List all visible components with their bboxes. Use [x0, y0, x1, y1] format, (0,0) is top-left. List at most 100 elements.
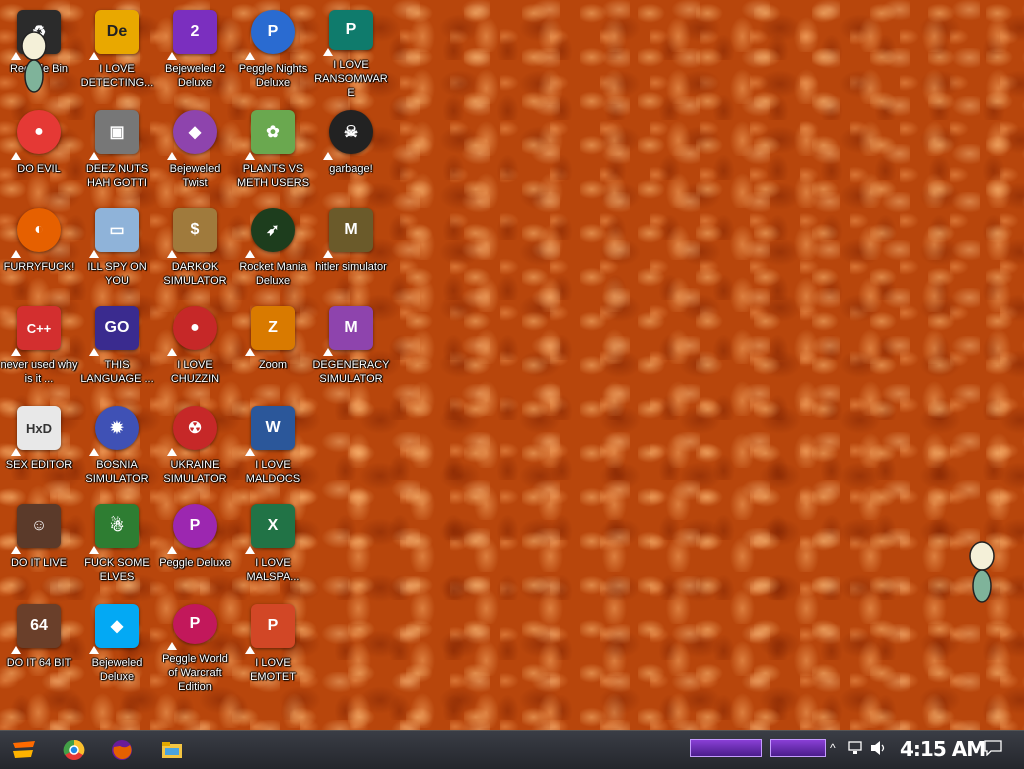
taskbar-decoration	[770, 739, 826, 757]
desktop-icon-detecting[interactable]: De I LOVE DETECTING...	[78, 4, 156, 100]
pearl-character-icon	[21, 31, 47, 93]
taskbar-file-explorer-button[interactable]	[154, 735, 190, 765]
icon-label: Peggle Nights Deluxe	[238, 63, 308, 89]
peggle-icon: P	[167, 504, 217, 554]
start-button[interactable]	[6, 735, 42, 765]
icon-label: never used why is it ...	[0, 359, 78, 385]
desktop-background[interactable]: ♻ Recycle Bin ● DO EVIL ◐ FURRYFUCK! C++…	[0, 0, 1024, 730]
desktop-icon-zoom[interactable]: Z Zoom	[234, 300, 312, 396]
portrait-64-icon: 64	[11, 604, 61, 654]
icon-label: FURRYFUCK!	[3, 261, 75, 273]
icon-label: PLANTS VS METH USERS	[236, 163, 310, 189]
desktop-icon-do-evil[interactable]: ● DO EVIL	[0, 104, 78, 200]
portrait-icon: ☺	[11, 504, 61, 554]
pearl-character-icon	[969, 541, 995, 603]
desktop-icon-do-it-live[interactable]: ☺ DO IT LIVE	[0, 498, 78, 594]
action-center-icon[interactable]	[984, 740, 1002, 756]
desktop-icon-ill-spy-on-you[interactable]: ▭ ILL SPY ON YOU	[78, 202, 156, 298]
detect-it-easy-icon: De	[89, 10, 139, 60]
taskbar-chrome-button[interactable]	[56, 735, 92, 765]
icon-label: Bejeweled 2 Deluxe	[165, 63, 225, 89]
desktop-icon-bosnia-simulator[interactable]: ✹ BOSNIA SIMULATOR	[78, 400, 156, 496]
peggle-nights-icon: P	[245, 10, 295, 60]
chrome-icon	[63, 739, 85, 760]
icon-label: SEX EDITOR	[5, 459, 73, 471]
rocket-icon: ➶	[245, 208, 295, 258]
clock[interactable]: 4:15 AM	[900, 737, 986, 761]
icon-label: Bejeweled Twist	[169, 163, 221, 189]
desktop-icon-bejeweled-deluxe[interactable]: ◆ Bejeweled Deluxe	[78, 598, 156, 694]
publisher-icon: P	[323, 10, 373, 56]
radiation-icon: ☢	[167, 406, 217, 456]
icon-label: DO IT LIVE	[10, 557, 68, 569]
desktop-icon-malspa[interactable]: X I LOVE MALSPA...	[234, 498, 312, 594]
remote-desktop-icon: ▭	[89, 208, 139, 258]
taskbar-decoration	[690, 739, 762, 757]
icon-label: Peggle World of Warcraft Edition	[162, 653, 228, 693]
icon-label: I LOVE MALDOCS	[245, 459, 301, 485]
icon-label: DO IT 64 BIT	[6, 657, 72, 669]
desktop-icon-peggle-wow[interactable]: P Peggle World of Warcraft Edition	[156, 598, 234, 694]
desktop-icon-elves[interactable]: ☃ FUCK SOME ELVES	[78, 498, 156, 594]
excel-icon: X	[245, 504, 295, 554]
bejeweled-2-icon: 2	[167, 10, 217, 60]
chrome-icon: ●	[11, 110, 61, 160]
icon-label: DO EVIL	[17, 163, 61, 175]
desktop-icon-darkok-simulator[interactable]: $ DARKOK SIMULATOR	[156, 202, 234, 298]
skull-icon: ☠	[323, 110, 373, 160]
desktop-icon-deez-nuts[interactable]: ▣ DEEZ NUTS HAH GOTTI	[78, 104, 156, 200]
taskbar: ^ 4:15 AM	[0, 730, 1024, 769]
firefox-icon: ◐	[11, 208, 61, 258]
firefox-icon	[112, 740, 132, 760]
desktop-icon-chuzzin[interactable]: ● I LOVE CHUZZIN	[156, 300, 234, 396]
desktop-icon-degeneracy-simulator[interactable]: M DEGENERACY SIMULATOR	[312, 300, 390, 396]
desktop-icon-bejeweled-2[interactable]: 2 Bejeweled 2 Deluxe	[156, 4, 234, 100]
desktop-icon-peggle-deluxe[interactable]: P Peggle Deluxe	[156, 498, 234, 594]
icon-label: Bejeweled Deluxe	[91, 657, 143, 683]
word-icon: W	[245, 406, 295, 456]
folder-icon	[162, 742, 182, 758]
icon-label: ILL SPY ON YOU	[87, 261, 147, 287]
desktop-icon-ransomware[interactable]: P I LOVE RANSOMWARE	[312, 4, 390, 100]
desktop-icon-rocket-mania[interactable]: ➶ Rocket Mania Deluxe	[234, 202, 312, 298]
icon-label: garbage!	[329, 163, 373, 175]
peggle-wow-icon: P	[167, 604, 217, 650]
desktop-icon-bejeweled-twist[interactable]: ◆ Bejeweled Twist	[156, 104, 234, 200]
desktop-icon-do-it-64-bit[interactable]: 64 DO IT 64 BIT	[0, 598, 78, 694]
chuzzle-icon: ●	[167, 306, 217, 356]
medal-icon: M	[323, 208, 373, 258]
desktop-icon-this-language[interactable]: GO THIS LANGUAGE ...	[78, 300, 156, 396]
icon-label: I LOVE EMOTET	[250, 657, 296, 683]
icon-label: I LOVE CHUZZIN	[170, 359, 220, 385]
taskbar-firefox-button[interactable]	[104, 735, 140, 765]
spiked-ball-icon: ✹	[89, 406, 139, 456]
network-icon[interactable]	[848, 741, 864, 755]
desktop-icon-furryfuck[interactable]: ◐ FURRYFUCK!	[0, 202, 78, 298]
desktop-icon-plants-vs[interactable]: ✿ PLANTS VS METH USERS	[234, 104, 312, 200]
desktop-icon-maldocs[interactable]: W I LOVE MALDOCS	[234, 400, 312, 496]
dev-cpp-icon: C++	[11, 306, 61, 356]
icon-label: FUCK SOME ELVES	[84, 557, 150, 583]
desktop-icon-never-used[interactable]: C++ never used why is it ...	[0, 300, 78, 396]
hex-editor-icon: HxD	[11, 406, 61, 456]
volume-icon[interactable]	[870, 740, 888, 756]
icon-label: Peggle Deluxe	[159, 557, 231, 569]
heart-m-icon: M	[323, 306, 373, 356]
icon-label: I LOVE DETECTING...	[80, 63, 154, 89]
desktop-icon-hitler-simulator[interactable]: M hitler simulator	[312, 202, 390, 298]
icon-label: THIS LANGUAGE ...	[80, 359, 154, 385]
icon-label: I LOVE MALSPA...	[246, 557, 300, 583]
icon-label: DEEZ NUTS HAH GOTTI	[85, 163, 149, 189]
desktop-icon-peggle-nights[interactable]: P Peggle Nights Deluxe	[234, 4, 312, 100]
desktop-icon-ukraine-simulator[interactable]: ☢ UKRAINE SIMULATOR	[156, 400, 234, 496]
icon-label: UKRAINE SIMULATOR	[163, 459, 227, 485]
money-bag-icon: $	[167, 208, 217, 258]
start-logo-icon	[13, 741, 35, 758]
desktop-icon-garbage[interactable]: ☠ garbage!	[312, 104, 390, 200]
gem-icon: ◆	[167, 110, 217, 160]
show-hidden-icons-button[interactable]: ^	[830, 741, 836, 755]
goland-icon: GO	[89, 306, 139, 356]
desktop-icon-emotet[interactable]: P I LOVE EMOTET	[234, 598, 312, 694]
powerpoint-icon: P	[245, 604, 295, 654]
desktop-icon-sex-editor[interactable]: HxD SEX EDITOR	[0, 400, 78, 496]
